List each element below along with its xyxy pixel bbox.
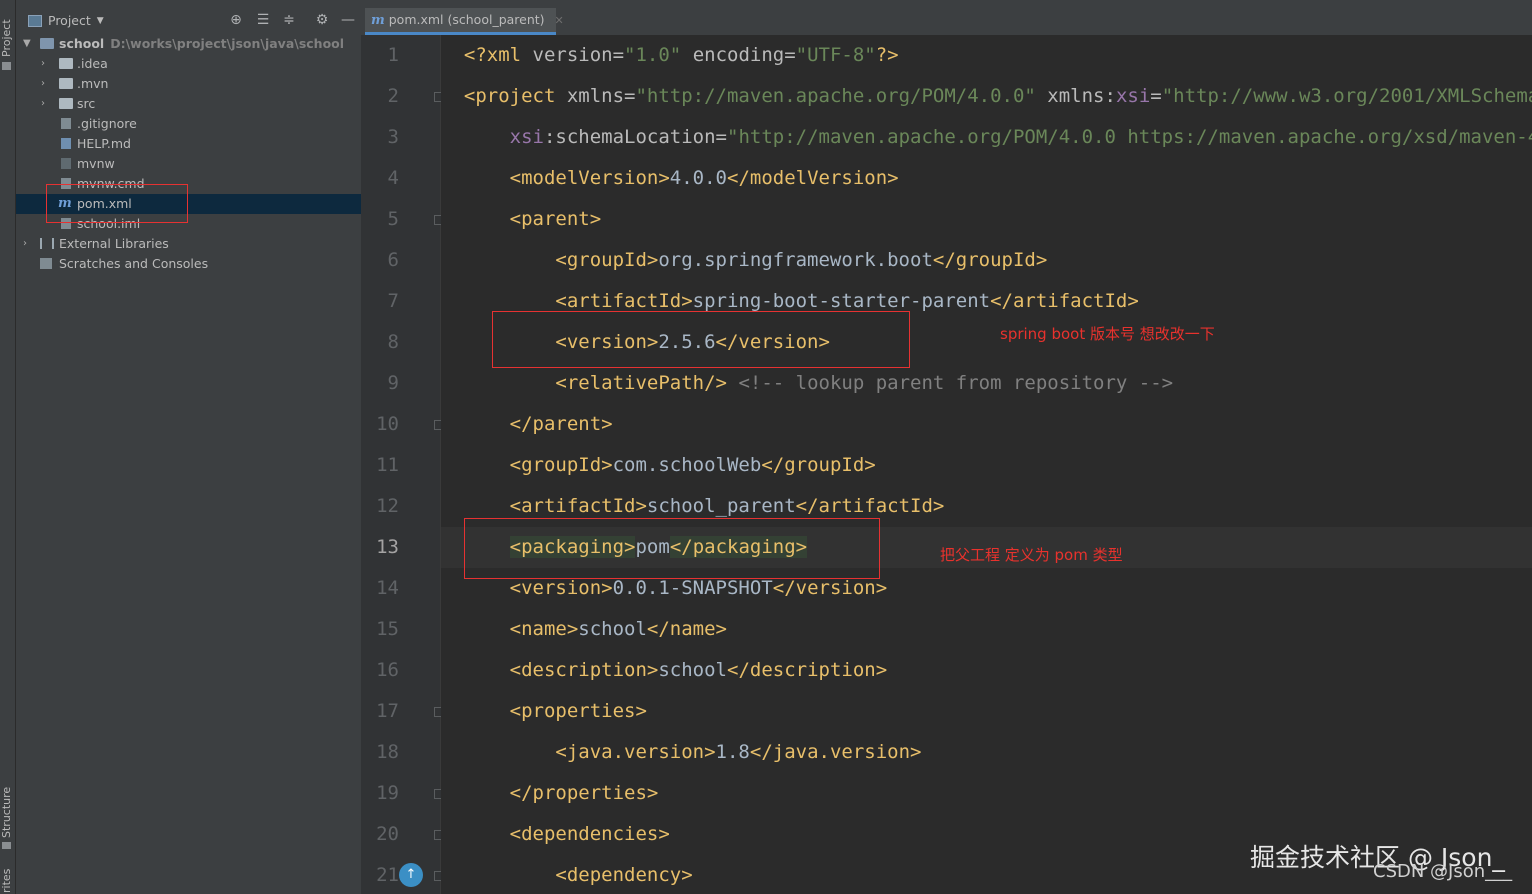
tab-label: pom.xml (school_parent) <box>388 12 545 27</box>
tree-item-label: .idea <box>77 56 108 71</box>
tree-item-scratches[interactable]: Scratches and Consoles <box>16 254 361 274</box>
line-number: 20 <box>376 823 399 845</box>
tree-item-external-libraries[interactable]: › External Libraries <box>16 234 361 254</box>
tree-item-label: mvnw <box>77 156 115 171</box>
tree-item-label: External Libraries <box>59 236 169 251</box>
structure-tool-button[interactable]: Structure <box>0 786 15 838</box>
collapse-all-icon[interactable]: ≑ <box>281 12 297 28</box>
line-number: 7 <box>387 290 399 312</box>
line-number: 14 <box>376 577 399 599</box>
project-panel-header: Project ▼ ⊕ ☰ ≑ ⚙ — <box>16 8 361 34</box>
line-number: 19 <box>376 782 399 804</box>
code-line-16: <description>school</description> <box>509 659 888 681</box>
line-number: 11 <box>376 454 399 476</box>
code-line-6: <groupId>org.springframework.boot</group… <box>555 249 1048 271</box>
folder-icon <box>59 98 73 109</box>
module-folder-icon <box>40 38 54 49</box>
project-view-selector[interactable]: Project ▼ <box>28 13 104 28</box>
tree-item-idea[interactable]: › .idea <box>16 54 361 74</box>
line-number: 8 <box>387 331 399 353</box>
code-line-2: <project xmlns="http://maven.apache.org/… <box>463 85 1532 107</box>
highlight-box-pom-file <box>46 184 188 223</box>
locate-file-icon[interactable]: ⊕ <box>228 12 244 28</box>
line-number: 1 <box>387 44 399 66</box>
close-icon[interactable]: ✕ <box>555 14 564 27</box>
line-number: 16 <box>376 659 399 681</box>
code-line-4: <modelVersion>4.0.0</modelVersion> <box>509 167 899 189</box>
chevron-down-icon[interactable]: ▼ <box>23 34 31 54</box>
tree-item-label: src <box>77 96 96 111</box>
line-number: 3 <box>387 126 399 148</box>
project-panel: Project ▼ ⊕ ☰ ≑ ⚙ — ▼ school D:\works\pro… <box>16 0 361 894</box>
code-line-11: <groupId>com.schoolWeb</groupId> <box>509 454 876 476</box>
tree-item-school[interactable]: ▼ school D:\works\project\json\java\schoo… <box>16 34 361 54</box>
tool-window-strip: Project Structure rites <box>0 0 16 894</box>
project-panel-title: Project <box>48 13 91 28</box>
chevron-right-icon[interactable]: › <box>41 74 45 94</box>
library-icon <box>40 238 54 249</box>
tree-item-mvn[interactable]: › .mvn <box>16 74 361 94</box>
code-line-17: <properties> <box>509 700 647 722</box>
line-number: 4 <box>387 167 399 189</box>
tree-item-label: school D:\works\project\json\java\school <box>59 36 345 51</box>
editor-tab-bar: m pom.xml (school_parent) ✕ <box>361 0 1532 36</box>
line-number: 9 <box>387 372 399 394</box>
line-number: 12 <box>376 495 399 517</box>
line-number: 17 <box>376 700 399 722</box>
folder-icon <box>59 58 73 69</box>
chevron-right-icon[interactable]: › <box>41 94 45 114</box>
tree-item-label: .gitignore <box>77 116 137 131</box>
line-number: 13 <box>376 536 399 558</box>
annotation-version-note: spring boot 版本号 想改改一下 <box>1000 325 1215 343</box>
project-tool-button[interactable]: Project <box>0 14 15 62</box>
project-tool-icon <box>2 62 11 70</box>
code-line-5: <parent> <box>509 208 602 230</box>
maven-icon: m <box>371 13 385 28</box>
gear-icon[interactable]: ⚙ <box>314 12 330 28</box>
line-number: 6 <box>387 249 399 271</box>
expand-all-icon[interactable]: ☰ <box>255 12 271 28</box>
tree-item-mvnw[interactable]: mvnw <box>16 154 361 174</box>
code-editor[interactable]: <?xml version="1.0" encoding="UTF-8"?> <… <box>441 35 1532 894</box>
line-number: 15 <box>376 618 399 640</box>
highlight-box-packaging <box>464 518 880 579</box>
code-line-3: xsi:schemaLocation="http://maven.apache.… <box>509 126 1532 148</box>
tree-item-gitignore[interactable]: .gitignore <box>16 114 361 134</box>
project-window-icon <box>28 14 42 27</box>
line-number: 21 <box>376 864 399 886</box>
run-gutter-icon[interactable]: ↑ <box>399 863 423 887</box>
tree-item-help-md[interactable]: HELP.md <box>16 134 361 154</box>
highlight-box-version <box>492 311 910 368</box>
shell-file-icon <box>61 158 71 169</box>
folder-icon <box>59 78 73 89</box>
chevron-right-icon[interactable]: › <box>23 234 27 254</box>
code-line-9: <relativePath/> <!-- lookup parent from … <box>555 372 1174 394</box>
chevron-right-icon[interactable]: › <box>41 54 45 74</box>
tree-item-label: .mvn <box>77 76 109 91</box>
code-line-18: <java.version>1.8</java.version> <box>555 741 922 763</box>
scratches-icon <box>40 258 52 269</box>
tree-item-src[interactable]: › src <box>16 94 361 114</box>
line-number: 18 <box>376 741 399 763</box>
code-line-1: <?xml version="1.0" encoding="UTF-8"?> <box>463 44 899 66</box>
structure-tool-icon <box>2 842 11 849</box>
code-line-10: </parent> <box>509 413 613 435</box>
annotation-packaging-note: 把父工程 定义为 pom 类型 <box>940 546 1123 564</box>
line-number: 5 <box>387 208 399 230</box>
chevron-down-icon: ▼ <box>96 15 104 26</box>
tree-item-label: Scratches and Consoles <box>59 256 209 271</box>
code-line-19: </properties> <box>509 782 659 804</box>
hide-panel-icon[interactable]: — <box>340 12 356 28</box>
code-line-15: <name>school</name> <box>509 618 727 640</box>
markdown-file-icon <box>61 138 71 149</box>
line-number: 2 <box>387 85 399 107</box>
text-file-icon <box>61 118 71 129</box>
tree-item-label: HELP.md <box>77 136 131 151</box>
line-number: 10 <box>376 413 399 435</box>
tab-pom-xml[interactable]: m pom.xml (school_parent) ✕ <box>365 8 564 35</box>
watermark-csdn: CSDN @Json___ <box>1373 861 1513 882</box>
favorites-tool-button[interactable]: rites <box>0 868 15 894</box>
